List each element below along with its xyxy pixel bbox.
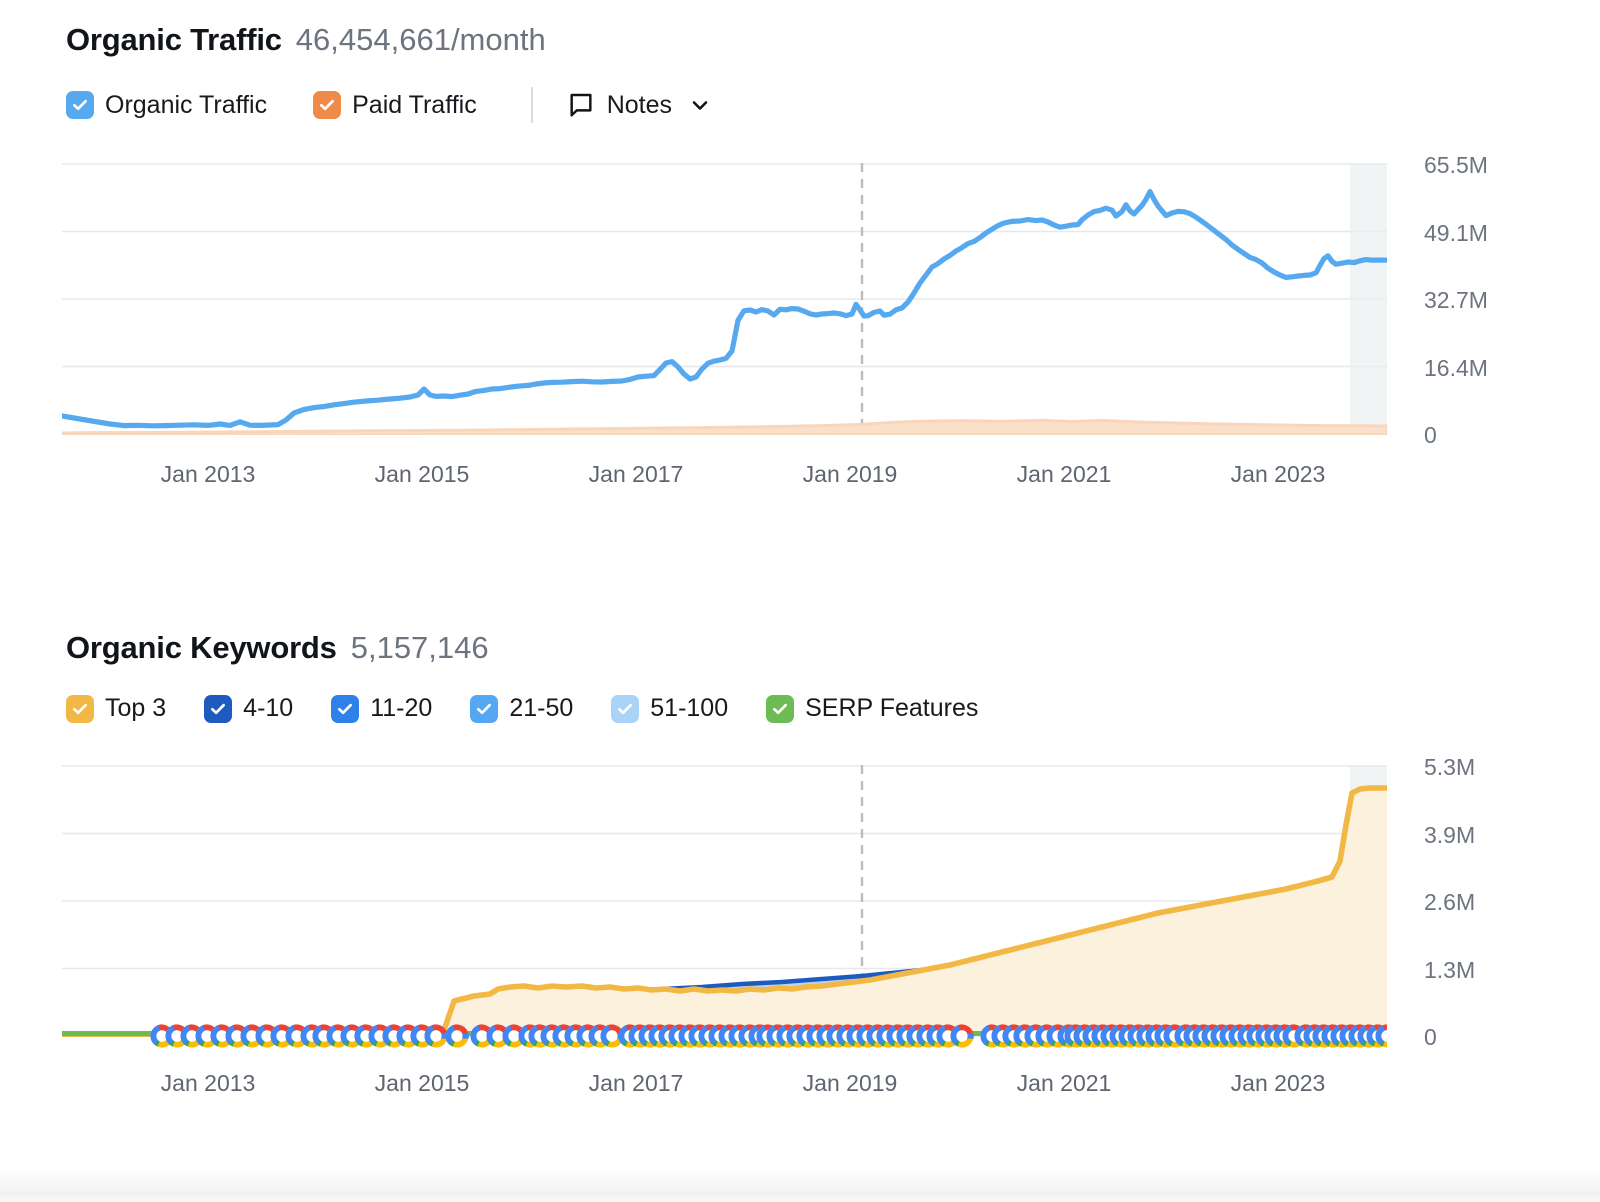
organic-traffic-value: 46,454,661/month xyxy=(295,22,546,57)
bottom-shadow xyxy=(0,1168,1600,1202)
page-title: Organic Traffic xyxy=(66,22,282,57)
y-tick-label: 16.4M xyxy=(1424,354,1488,381)
organic-traffic-section: Organic Traffic 46,454,661/month Organic… xyxy=(0,22,1600,493)
series-area-top-3 xyxy=(62,788,1387,1036)
organic-keywords-value: 5,157,146 xyxy=(350,630,489,665)
organic-traffic-legend: Organic Traffic Paid Traffic Notes xyxy=(0,87,1600,123)
google-update-markers[interactable] xyxy=(62,1021,1387,1051)
x-tick-label: Jan 2015 xyxy=(374,461,470,487)
y-tick-label: 0 xyxy=(1424,1024,1437,1050)
legend-item-top-3[interactable]: Top 3 xyxy=(66,694,166,723)
organic-keywords-section: Organic Keywords 5,157,146 Top 3 4-10 11… xyxy=(0,630,1600,1096)
x-tick-label: Jan 2015 xyxy=(374,1070,470,1096)
legend-label-21-50: 21-50 xyxy=(509,694,574,722)
current-period-band xyxy=(1350,163,1387,435)
y-tick-label: 49.1M xyxy=(1424,219,1488,246)
legend-label-11-20: 11-20 xyxy=(370,694,433,722)
organic-keywords-plot xyxy=(62,765,1387,1037)
checkbox-serp-features[interactable] xyxy=(766,694,795,723)
legend-item-paid-traffic[interactable]: Paid Traffic xyxy=(313,91,477,120)
x-tick-label: Jan 2017 xyxy=(588,461,684,487)
legend-item-21-50[interactable]: 21-50 xyxy=(470,694,573,723)
check-icon xyxy=(773,703,788,714)
check-icon xyxy=(320,99,335,111)
checkbox-paid-traffic[interactable] xyxy=(313,91,342,119)
x-tick-label: Jan 2019 xyxy=(802,461,898,487)
legend-label-paid-traffic: Paid Traffic xyxy=(352,90,477,119)
organic-keywords-y-axis: 5.3M 3.9M 2.6M 1.3M 0 xyxy=(1424,754,1544,1050)
organic-keywords-header: Organic Keywords 5,157,146 xyxy=(0,630,1600,666)
check-icon xyxy=(211,703,226,714)
x-tick-label: Jan 2023 xyxy=(1230,1070,1326,1096)
organic-traffic-series xyxy=(62,189,1387,429)
x-tick-label: Jan 2021 xyxy=(1016,461,1112,487)
notes-dropdown[interactable]: Notes xyxy=(567,91,712,120)
gridlines xyxy=(62,163,1387,435)
check-icon xyxy=(338,703,353,714)
checkbox-21-50[interactable] xyxy=(470,694,499,723)
checkbox-51-100[interactable] xyxy=(611,694,640,723)
y-tick-label: 1.3M xyxy=(1424,956,1476,983)
google-update-marker-row xyxy=(145,1021,1387,1049)
organic-traffic-plot xyxy=(62,163,1387,435)
y-tick-label: 32.7M xyxy=(1424,287,1488,313)
y-tick-label: 65.5M xyxy=(1424,152,1488,178)
organic-keywords-chart: 5.3M 3.9M 2.6M 1.3M 0 Jan 2013 Jan 2015 … xyxy=(0,754,1600,1096)
chevron-down-icon xyxy=(692,101,708,110)
legend-item-4-10[interactable]: 4-10 xyxy=(204,694,293,723)
y-tick-label: 5.3M xyxy=(1424,754,1476,780)
legend-label-organic-traffic: Organic Traffic xyxy=(105,90,268,119)
organic-traffic-chart: 65.5M 49.1M 32.7M 16.4M 0 Jan 2013 Jan 2… xyxy=(0,152,1600,493)
y-tick-label: 2.6M xyxy=(1424,889,1476,915)
check-icon xyxy=(477,703,492,714)
legend-divider xyxy=(530,87,533,123)
check-icon xyxy=(73,703,87,714)
check-icon xyxy=(618,703,633,714)
checkbox-11-20[interactable] xyxy=(331,694,360,723)
legend-label-4-10: 4-10 xyxy=(243,694,294,722)
x-tick-label: Jan 2017 xyxy=(588,1070,684,1096)
legend-item-51-100[interactable]: 51-100 xyxy=(611,694,728,723)
x-tick-label: Jan 2019 xyxy=(802,1070,898,1096)
x-tick-label: Jan 2013 xyxy=(160,461,256,487)
checkbox-top-3[interactable] xyxy=(66,694,94,723)
y-tick-label: 3.9M xyxy=(1424,821,1476,848)
organic-traffic-y-axis: 65.5M 49.1M 32.7M 16.4M 0 xyxy=(1424,152,1544,448)
x-tick-label: Jan 2021 xyxy=(1016,1070,1112,1096)
legend-label-serp-features: SERP Features xyxy=(805,694,979,722)
checkbox-organic-traffic[interactable] xyxy=(66,91,94,119)
organic-traffic-header: Organic Traffic 46,454,661/month xyxy=(0,22,1600,58)
organic-keywords-legend: Top 3 4-10 11-20 21-50 51-100 SERP Featu… xyxy=(0,694,1600,723)
note-bubble-icon xyxy=(570,93,592,117)
legend-item-organic-traffic[interactable]: Organic Traffic xyxy=(66,91,267,120)
notes-label: Notes xyxy=(606,90,673,119)
checkbox-4-10[interactable] xyxy=(204,694,233,723)
legend-item-serp-features[interactable]: SERP Features xyxy=(766,694,978,723)
section-title: Organic Keywords xyxy=(66,630,337,665)
legend-label-51-100: 51-100 xyxy=(650,694,729,722)
legend-label-top-3: Top 3 xyxy=(105,694,167,722)
x-tick-label: Jan 2023 xyxy=(1230,461,1326,487)
x-tick-label: Jan 2013 xyxy=(160,1070,256,1096)
check-icon xyxy=(73,99,87,111)
legend-item-11-20[interactable]: 11-20 xyxy=(331,694,432,723)
y-tick-label: 0 xyxy=(1424,422,1437,448)
